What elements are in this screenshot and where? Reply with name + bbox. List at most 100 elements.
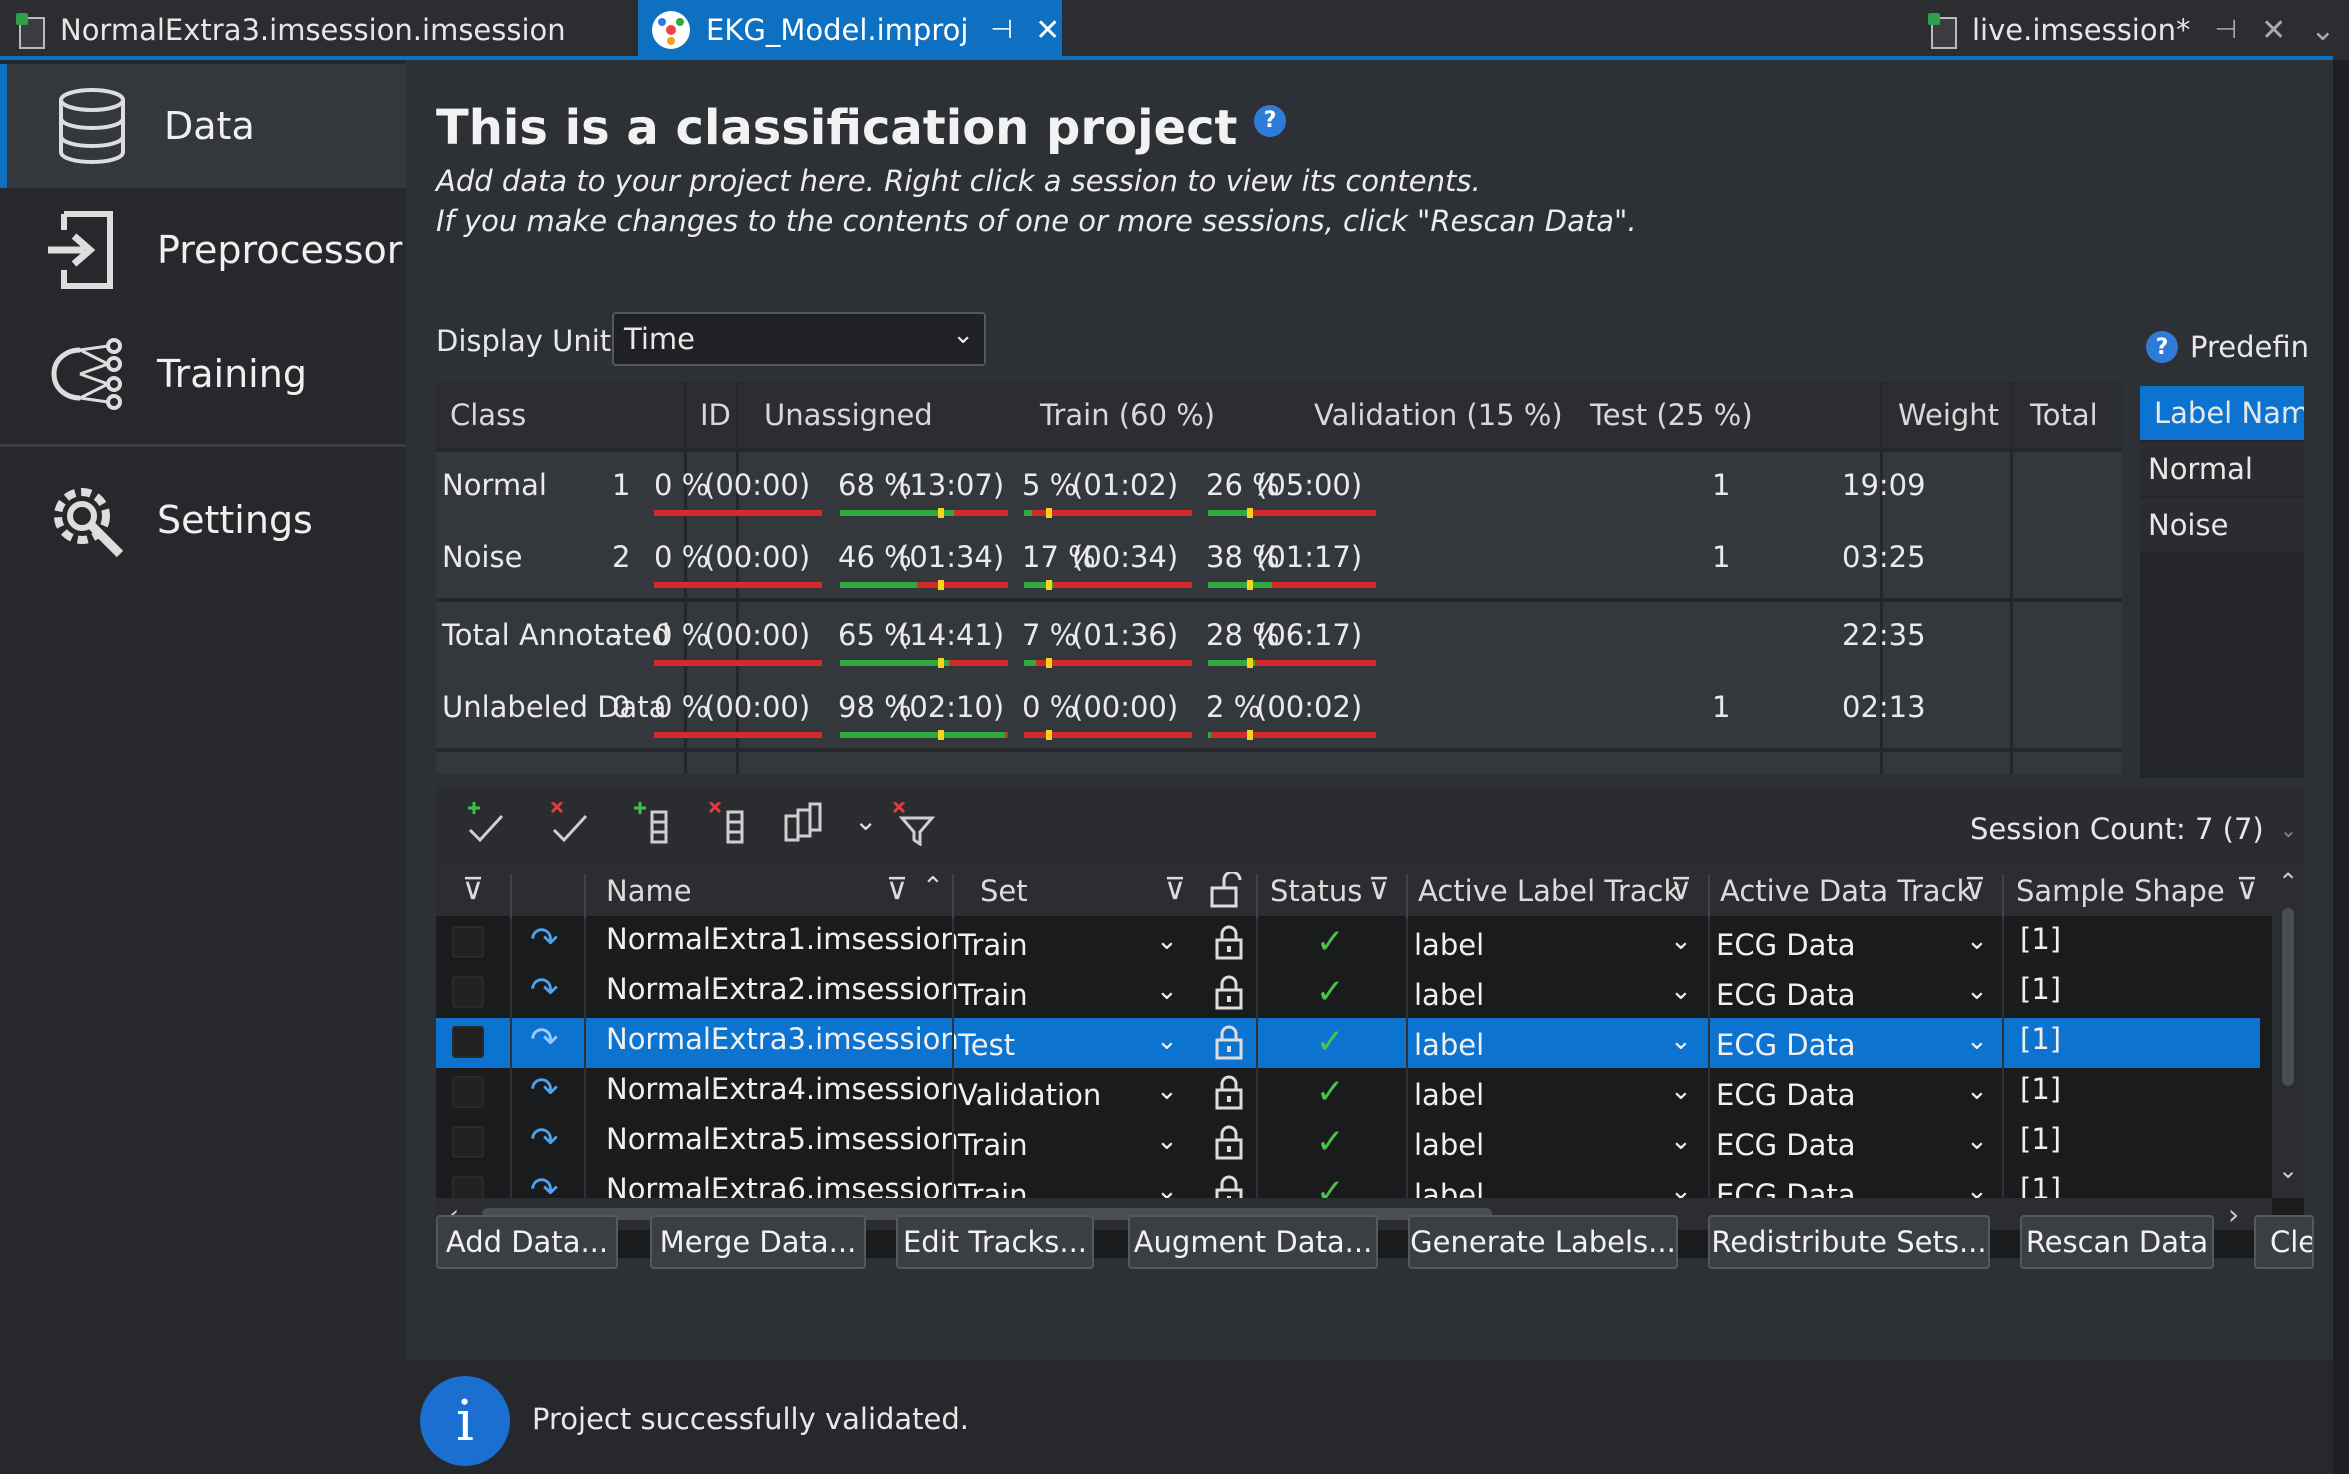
merge-data-button[interactable]: Merge Data... [650, 1215, 866, 1269]
session-name[interactable]: NormalExtra1.imsession [606, 922, 959, 956]
redo-arrow-icon[interactable]: ↷ [530, 1020, 559, 1060]
close-icon[interactable]: ✕ [2261, 13, 2286, 48]
scroll-right-icon[interactable]: › [2228, 1198, 2239, 1231]
close-icon[interactable]: ✕ [1035, 13, 1060, 48]
lock-icon[interactable] [1212, 1074, 1246, 1110]
redo-arrow-icon[interactable]: ↷ [530, 1120, 559, 1160]
lock-icon[interactable] [1212, 1124, 1246, 1160]
row-checkbox[interactable] [452, 1126, 484, 1158]
active-label-track[interactable]: label [1414, 1128, 1484, 1162]
session-name[interactable]: NormalExtra5.imsession [606, 1122, 959, 1156]
lock-icon[interactable] [1212, 974, 1246, 1010]
session-name[interactable]: NormalExtra2.imsession [606, 972, 959, 1006]
help-icon[interactable]: ? [1254, 104, 1287, 137]
chevron-down-icon[interactable]: ⌄ [1670, 976, 1692, 1006]
redo-arrow-icon[interactable]: ↷ [530, 970, 559, 1010]
active-data-track[interactable]: ECG Data [1716, 1078, 1856, 1112]
chevron-down-icon[interactable]: ⌄ [1156, 1026, 1178, 1056]
label-name-item[interactable]: Noise [2140, 498, 2304, 552]
chevron-down-icon[interactable]: ⌄ [1966, 1126, 1988, 1156]
chevron-down-icon[interactable]: ⌄ [854, 804, 877, 837]
active-label-track[interactable]: label [1414, 1028, 1484, 1062]
active-data-track[interactable]: ECG Data [1716, 978, 1856, 1012]
help-icon[interactable]: ? [2146, 331, 2178, 363]
vertical-scrollbar[interactable]: ⌃ ⌄ [2272, 864, 2304, 1198]
active-data-track[interactable]: ECG Data [1716, 1128, 1856, 1162]
rescan-data-button[interactable]: Rescan Data [2020, 1215, 2214, 1269]
sidebar-item-data[interactable]: Data [0, 64, 406, 188]
chevron-down-icon[interactable]: ⌄ [1966, 926, 1988, 956]
session-name[interactable]: NormalExtra4.imsession [606, 1072, 959, 1106]
active-data-track[interactable]: ECG Data [1716, 928, 1856, 962]
clear-button[interactable]: Cle [2254, 1215, 2314, 1269]
col-active-label-track[interactable]: Active Label Track [1418, 874, 1680, 908]
chevron-down-icon[interactable]: ⌄ [1156, 1076, 1178, 1106]
tab-normalextra3[interactable]: NormalExtra3.imsession.imsession [12, 0, 632, 60]
active-data-track[interactable]: ECG Data [1716, 1028, 1856, 1062]
sort-asc-icon[interactable]: ⌃ [922, 872, 944, 902]
active-label-track[interactable]: label [1414, 928, 1484, 962]
chevron-down-icon[interactable]: ⌄ [1156, 1126, 1178, 1156]
remove-column-icon[interactable] [708, 802, 750, 846]
scrollbar-thumb[interactable] [2282, 908, 2294, 1086]
remove-check-icon[interactable] [548, 802, 590, 846]
col-active-data-track[interactable]: Active Data Track [1720, 874, 1973, 908]
lock-icon[interactable] [1212, 1024, 1246, 1060]
scroll-down-icon[interactable]: ⌄ [2278, 1156, 2298, 1184]
generate-labels-button[interactable]: Generate Labels... [1408, 1215, 1678, 1269]
session-set[interactable]: Train [958, 928, 1028, 962]
row-checkbox[interactable] [452, 976, 484, 1008]
label-name-item[interactable]: Normal [2140, 442, 2304, 496]
pin-icon[interactable]: ⊣ [990, 15, 1013, 45]
session-row[interactable]: ↷ NormalExtra1.imsession Train ⌄ ✓ label ⌄ ECG … [436, 918, 2260, 968]
active-label-track[interactable]: label [1414, 1078, 1484, 1112]
row-checkbox[interactable] [452, 1026, 484, 1058]
edit-tracks-button[interactable]: Edit Tracks... [896, 1215, 1094, 1269]
session-set[interactable]: Train [958, 978, 1028, 1012]
chevron-down-icon[interactable]: ⌄ [1156, 926, 1178, 956]
session-row[interactable]: ↷ NormalExtra5.imsession Train ⌄ ✓ label ⌄ ECG … [436, 1118, 2260, 1168]
filter-icon[interactable]: ⊽ [1368, 872, 1390, 907]
session-name[interactable]: NormalExtra3.imsession [606, 1022, 959, 1056]
chevron-down-icon[interactable]: ⌄ [1670, 1126, 1692, 1156]
col-name[interactable]: Name [606, 874, 692, 908]
session-row[interactable]: ↷ NormalExtra4.imsession Validation ⌄ ✓ label… [436, 1068, 2260, 1118]
filter-icon[interactable]: ⊽ [462, 872, 484, 907]
augment-data-button[interactable]: Augment Data... [1128, 1215, 1378, 1269]
session-set[interactable]: Validation [958, 1078, 1101, 1112]
redo-arrow-icon[interactable]: ↷ [530, 1070, 559, 1110]
chevron-down-icon[interactable]: ⌄ [1966, 1026, 1988, 1056]
add-check-icon[interactable] [464, 802, 506, 846]
add-data-button[interactable]: Add Data... [436, 1215, 618, 1269]
clear-filter-icon[interactable] [892, 802, 938, 846]
filter-icon[interactable]: ⊽ [886, 872, 908, 907]
session-row[interactable]: ↷ NormalExtra3.imsession Test ⌄ ✓ label ⌄ ECG D… [436, 1018, 2260, 1068]
sidebar-item-training[interactable]: Training [0, 312, 406, 436]
filter-icon[interactable]: ⊽ [1964, 872, 1986, 907]
display-unit-select[interactable]: Time ⌄ [612, 312, 986, 366]
session-row[interactable]: ↷ NormalExtra2.imsession Train ⌄ ✓ label ⌄ ECG … [436, 968, 2260, 1018]
chevron-down-icon[interactable]: ⌄ [1966, 976, 1988, 1006]
lock-icon[interactable] [1212, 924, 1246, 960]
session-set[interactable]: Train [958, 1128, 1028, 1162]
pin-icon[interactable]: ⊣ [2215, 15, 2238, 45]
col-status[interactable]: Status [1270, 874, 1362, 908]
redo-arrow-icon[interactable]: ↷ [530, 920, 559, 960]
active-label-track[interactable]: label [1414, 978, 1484, 1012]
row-checkbox[interactable] [452, 1076, 484, 1108]
chevron-down-icon[interactable]: ⌄ [1670, 1076, 1692, 1106]
redistribute-sets-button[interactable]: Redistribute Sets... [1708, 1215, 1990, 1269]
chevron-down-icon[interactable]: ⌄ [1966, 1076, 1988, 1106]
filter-icon[interactable]: ⊽ [1164, 872, 1186, 907]
chevron-down-icon[interactable]: ⌄ [1156, 976, 1178, 1006]
lock-open-icon[interactable] [1208, 872, 1244, 908]
session-set[interactable]: Test [958, 1028, 1015, 1062]
sidebar-item-settings[interactable]: Settings [0, 454, 406, 586]
col-sample-shape[interactable]: Sample Shape [2016, 874, 2225, 908]
tab-ekg-model[interactable]: EKG_Model.improj ⊣ ✕ [638, 0, 1062, 60]
columns-icon[interactable] [782, 802, 824, 846]
chevron-down-icon[interactable]: ⌄ [1670, 926, 1692, 956]
sidebar-item-preprocessor[interactable]: Preprocessor [0, 188, 406, 312]
add-column-icon[interactable] [632, 802, 674, 846]
scroll-up-icon[interactable]: ⌃ [2278, 868, 2298, 896]
